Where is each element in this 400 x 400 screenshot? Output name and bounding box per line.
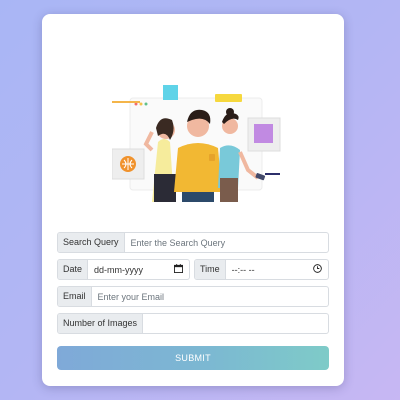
submit-button[interactable]: SUBMIT [57,346,329,370]
images-label: Number of Images [58,314,144,333]
time-group: Time --:-- -- [194,259,329,280]
images-input[interactable] [143,314,328,333]
date-input[interactable]: dd-mm-yyyy [88,260,189,279]
email-label: Email [58,287,92,306]
date-placeholder: dd-mm-yyyy [94,264,144,275]
email-group: Email [57,286,329,307]
date-time-row: Date dd-mm-yyyy Time --:-- -- [57,259,329,280]
time-label: Time [195,260,226,279]
team-illustration [112,85,281,202]
email-row: Email [57,286,329,307]
search-label: Search Query [58,233,125,252]
images-row: Number of Images [57,313,329,334]
email-input[interactable] [91,287,328,306]
time-placeholder: --:-- -- [231,264,255,275]
search-group: Search Query [57,232,329,253]
date-group: Date dd-mm-yyyy [57,259,190,280]
search-input[interactable] [124,233,328,252]
time-input[interactable]: --:-- -- [226,260,328,279]
form-card: Search Query Date dd-mm-yyyy Time --:-- … [42,14,344,386]
images-group: Number of Images [57,313,329,334]
search-row: Search Query [57,232,329,253]
calendar-icon[interactable] [174,264,183,275]
clock-icon[interactable] [313,264,322,275]
date-label: Date [58,260,89,279]
